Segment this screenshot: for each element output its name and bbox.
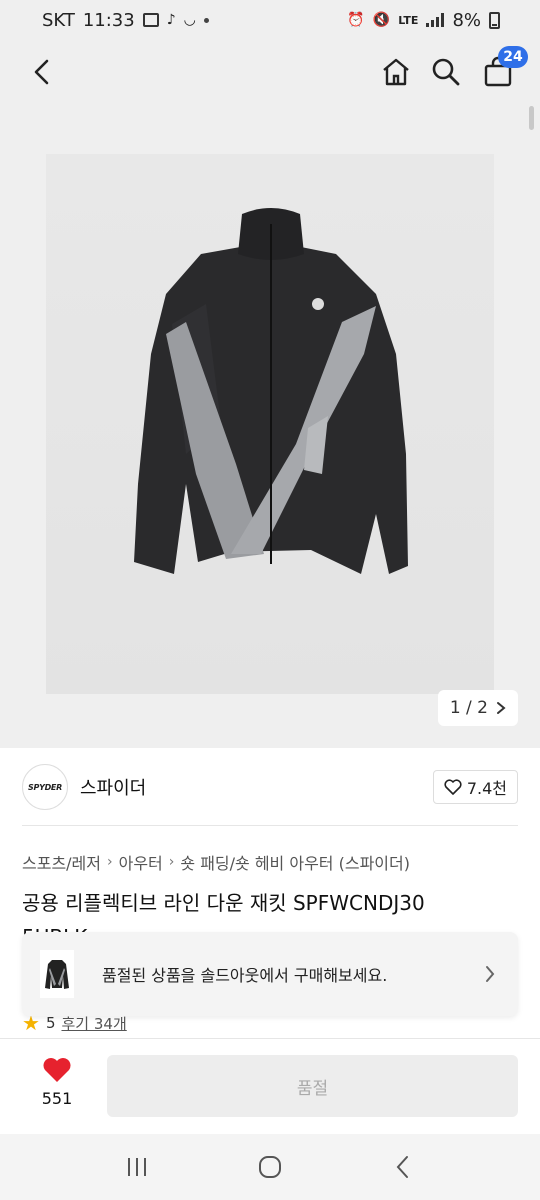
heart-filled-icon bbox=[43, 1058, 71, 1082]
cart-button[interactable]: 24 bbox=[478, 46, 528, 92]
mute-icon: 🔇 bbox=[372, 12, 391, 28]
chevron-right-icon bbox=[497, 702, 506, 714]
tiktok-notification-icon: ♪ bbox=[166, 12, 176, 28]
system-nav-bar bbox=[0, 1134, 540, 1200]
home-circle-icon bbox=[258, 1156, 281, 1178]
gallery-pager[interactable]: 1 / 2 bbox=[437, 690, 518, 726]
breadcrumb-item[interactable]: 아우터 bbox=[119, 850, 163, 874]
brand-row[interactable]: SPYDER 스파이더 7.4천 bbox=[0, 748, 540, 826]
brand-logo[interactable]: SPYDER bbox=[22, 764, 68, 810]
search-button[interactable] bbox=[426, 52, 466, 92]
heart-outline-icon bbox=[444, 779, 462, 795]
jacket-image bbox=[134, 208, 408, 574]
cart-count-badge: 24 bbox=[498, 46, 528, 68]
wishlist-count: 551 bbox=[41, 1089, 73, 1108]
recent-apps-icon bbox=[127, 1158, 146, 1176]
back-nav-button[interactable] bbox=[373, 1147, 433, 1187]
buy-button[interactable]: 품절 bbox=[107, 1055, 518, 1117]
brand-like-button[interactable]: 7.4천 bbox=[432, 770, 518, 804]
back-arrow-icon bbox=[396, 1156, 409, 1178]
clock: 11:33 bbox=[82, 9, 135, 31]
pager-text: 1 / 2 bbox=[449, 698, 488, 718]
signal-icon bbox=[426, 13, 445, 27]
chevron-right-icon bbox=[486, 966, 495, 982]
breadcrumb: 스포츠/레저 › 아우터 › 숏 패딩/숏 헤비 아우터 (스파이더) bbox=[22, 850, 410, 874]
status-bar: SKT 11:33 ♪ ◡ ⏰ 🔇 LTE 8% bbox=[0, 0, 540, 40]
alarm-icon: ⏰ bbox=[347, 12, 365, 28]
battery-icon bbox=[489, 11, 500, 29]
action-bar: 551 품절 bbox=[0, 1038, 540, 1134]
soldout-banner[interactable]: 품절된 상품을 솔드아웃에서 구매해보세요. bbox=[22, 932, 518, 1016]
product-image[interactable] bbox=[46, 154, 494, 694]
wishlist-button[interactable]: 551 bbox=[30, 1057, 84, 1108]
home-nav-button[interactable] bbox=[240, 1147, 300, 1187]
chevron-right-icon: › bbox=[107, 854, 113, 870]
divider bbox=[22, 825, 518, 826]
status-left: SKT 11:33 ♪ ◡ bbox=[42, 10, 209, 31]
chevron-left-icon bbox=[34, 59, 49, 85]
battery-percent: 8% bbox=[452, 9, 481, 31]
rating-score: 5 bbox=[45, 1014, 56, 1032]
recent-apps-button[interactable] bbox=[107, 1147, 167, 1187]
search-icon bbox=[432, 58, 460, 86]
back-button[interactable] bbox=[22, 52, 62, 92]
product-title-line1: 공용 리플렉티브 라인 다운 재킷 SPFWCNDJ30 bbox=[22, 891, 425, 915]
gallery-notification-icon bbox=[142, 13, 159, 27]
breadcrumb-item[interactable]: 숏 패딩/숏 헤비 아우터 (스파이더) bbox=[180, 850, 410, 874]
banner-thumbnail bbox=[40, 950, 74, 998]
status-right: ⏰ 🔇 LTE 8% bbox=[347, 10, 500, 31]
chevron-right-icon: › bbox=[168, 854, 175, 870]
home-button[interactable] bbox=[376, 52, 416, 92]
app-header: 24 bbox=[0, 40, 540, 106]
product-gallery[interactable]: 1 / 2 bbox=[0, 106, 540, 748]
app-notification-icon: ◡ bbox=[183, 12, 196, 28]
network-type: LTE bbox=[398, 13, 419, 27]
breadcrumb-item[interactable]: 스포츠/레저 bbox=[22, 850, 101, 874]
brand-like-count: 7.4천 bbox=[466, 779, 507, 798]
scrollbar[interactable] bbox=[529, 106, 534, 130]
brand-name[interactable]: 스파이더 bbox=[80, 774, 146, 800]
jacket-thumbnail-icon bbox=[45, 960, 69, 989]
soldout-banner-text: 품절된 상품을 솔드아웃에서 구매해보세요. bbox=[102, 966, 388, 985]
more-notifications-dot bbox=[203, 17, 209, 23]
carrier: SKT bbox=[42, 9, 75, 31]
home-icon bbox=[383, 58, 409, 86]
